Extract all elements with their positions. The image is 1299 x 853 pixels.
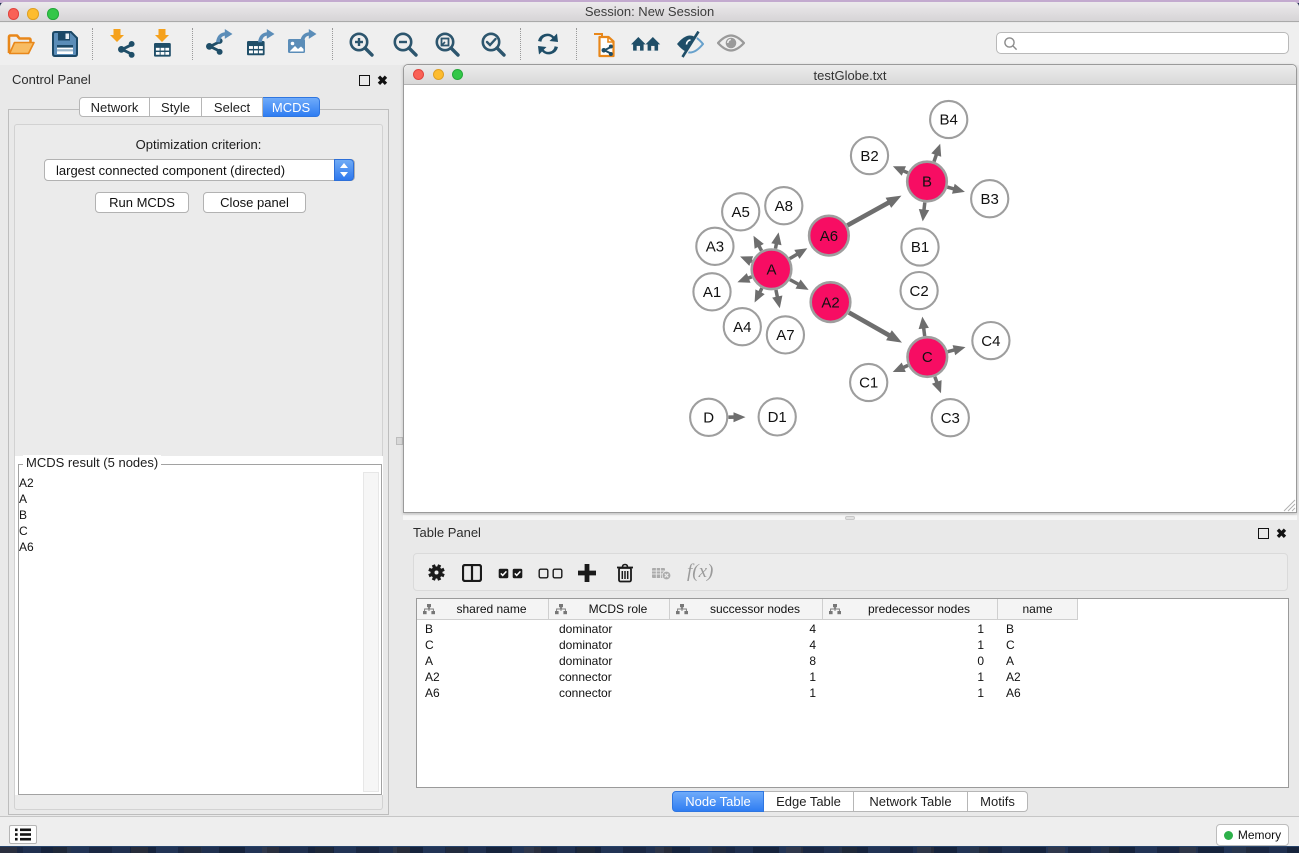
svg-text:C4: C4 bbox=[981, 333, 1000, 350]
svg-text:A5: A5 bbox=[732, 204, 750, 221]
svg-text:C2: C2 bbox=[910, 283, 929, 300]
svg-text:C3: C3 bbox=[941, 410, 960, 427]
svg-text:D: D bbox=[703, 410, 714, 427]
svg-text:A: A bbox=[766, 262, 776, 279]
svg-text:B3: B3 bbox=[981, 191, 999, 208]
svg-text:A2: A2 bbox=[821, 294, 839, 311]
svg-text:A3: A3 bbox=[706, 239, 724, 256]
svg-text:B1: B1 bbox=[911, 239, 929, 256]
svg-text:A8: A8 bbox=[775, 198, 793, 215]
svg-text:B2: B2 bbox=[860, 148, 878, 165]
svg-text:A7: A7 bbox=[776, 327, 794, 344]
svg-text:A1: A1 bbox=[703, 284, 721, 301]
svg-text:B4: B4 bbox=[940, 112, 958, 129]
svg-text:A4: A4 bbox=[733, 319, 751, 336]
svg-text:A6: A6 bbox=[820, 228, 838, 245]
svg-text:C: C bbox=[922, 349, 933, 366]
svg-text:C1: C1 bbox=[859, 375, 878, 392]
svg-text:B: B bbox=[922, 174, 932, 191]
svg-text:D1: D1 bbox=[768, 409, 787, 426]
